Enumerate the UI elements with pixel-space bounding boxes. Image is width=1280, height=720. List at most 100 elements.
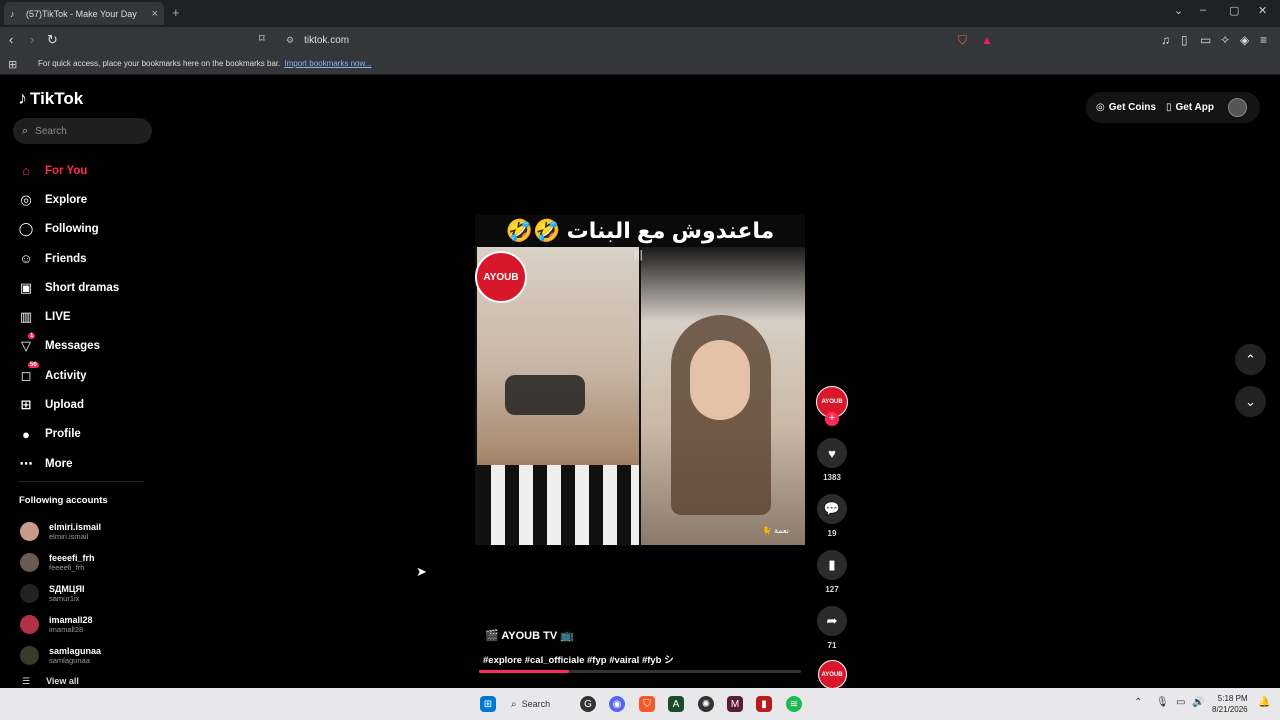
following-account-item[interactable]: imamall28 imamall28 — [20, 609, 101, 640]
share-button[interactable]: ➦ — [817, 606, 847, 636]
video-author[interactable]: 🎬 AYOUB TV 📺 — [485, 629, 574, 642]
bookmark-icon[interactable]: ⌑ — [259, 32, 265, 45]
new-tab-button[interactable]: + — [172, 5, 180, 20]
search-input[interactable]: ⌕ Search — [13, 118, 152, 144]
taskbar-app-3-icon[interactable]: ▮ — [756, 696, 772, 712]
friends-icon: ☺ — [19, 251, 33, 267]
follow-plus-button[interactable]: + — [825, 412, 839, 426]
bookmarks-bar: ⊞ For quick access, place your bookmarks… — [0, 53, 1280, 75]
sidebar-item-friends[interactable]: ☺ Friends — [16, 244, 119, 273]
sidebar-item-activity[interactable]: ◻ 56 Activity — [16, 361, 119, 390]
sidebar-item-more[interactable]: ⋯ More — [16, 449, 119, 478]
sidebar-item-messages[interactable]: ▽ 1 Messages — [16, 332, 119, 361]
search-icon: ⌕ — [22, 124, 29, 137]
vpn-icon[interactable]: ◈ — [1240, 33, 1249, 47]
notification-icon[interactable]: 🔔 — [1258, 697, 1270, 708]
maximize-button[interactable]: ▢ — [1229, 4, 1239, 17]
music-disc-icon[interactable]: AYOUB — [817, 660, 847, 689]
start-button[interactable]: ⊞ — [480, 696, 496, 712]
site-info-icon[interactable]: ⚙ — [286, 35, 294, 46]
sidebar-item-short-dramas[interactable]: ▣ Short dramas — [16, 273, 119, 302]
tray-chevron-icon[interactable]: ⌃ — [1134, 697, 1142, 708]
address-bar[interactable]: ⚙ tiktok.com — [276, 30, 952, 50]
account-avatar — [20, 615, 39, 634]
get-coins-button[interactable]: ◎ Get Coins — [1096, 102, 1156, 113]
brave-shield-icon[interactable]: ⛉ — [958, 33, 967, 48]
save-button[interactable]: ▮ — [817, 550, 847, 580]
taskbar-app-icon[interactable]: G — [580, 696, 596, 712]
browser-tab[interactable]: ♪ (57)TikTok - Make Your Day × — [4, 2, 164, 25]
discord-icon[interactable]: ◉ — [609, 696, 625, 712]
comment-button[interactable]: 💬 — [817, 494, 847, 524]
like-count: 1383 — [823, 473, 841, 482]
minimize-button[interactable]: – — [1200, 4, 1206, 16]
url-text: tiktok.com — [304, 34, 350, 46]
sidebar-item-explore[interactable]: ◎ Explore — [16, 185, 119, 214]
menu-icon[interactable]: ≡ — [1260, 33, 1267, 47]
following-account-item[interactable]: feeeefi_frh feeeefi_frh — [20, 547, 101, 578]
bookmarks-message: For quick access, place your bookmarks h… — [38, 59, 281, 68]
volume-icon[interactable]: ||| — [634, 249, 643, 261]
forward-button[interactable]: › — [30, 32, 34, 47]
coin-icon: ◎ — [1096, 102, 1105, 113]
upload-icon: ⊞ — [20, 397, 32, 413]
following-account-item[interactable]: samlagunaa samlagunaa — [20, 640, 101, 671]
bookmark-save-icon: ▮ — [828, 557, 836, 572]
sidebar-icon[interactable]: ▯ — [1181, 33, 1188, 47]
following-account-item[interactable]: SДMЦЯI samur1ix — [20, 578, 101, 609]
tiktok-logo-icon: ♪ — [18, 88, 27, 108]
media-icon[interactable]: ♫ — [1161, 33, 1170, 47]
reload-button[interactable]: ↻ — [47, 32, 58, 48]
view-all-button[interactable]: ☰ View all — [22, 676, 95, 687]
tiktok-logo[interactable]: ♪ TikTok — [18, 88, 83, 109]
next-video-button[interactable]: ⌄ — [1235, 386, 1266, 417]
brave-browser-icon[interactable]: ⛉ — [639, 696, 655, 712]
taskbar-app-2-icon[interactable]: M — [727, 696, 743, 712]
chevron-up-icon: ⌃ — [1245, 351, 1256, 367]
brave-rewards-icon[interactable]: ▲ — [981, 33, 993, 47]
close-window-button[interactable]: ✕ — [1258, 4, 1267, 17]
sidebar-item-live[interactable]: ▥ LIVE — [16, 302, 119, 331]
share-count: 71 — [827, 641, 837, 650]
system-clock[interactable]: 5:18 PM 8/21/2026 — [1212, 693, 1248, 715]
taskbar-search[interactable]: ⌕ Search — [511, 694, 571, 714]
video-tag: 🐈 نعمة — [761, 526, 789, 535]
account-names: feeeefi_frh feeeefi_frh — [49, 553, 95, 572]
comment-count: 19 — [827, 529, 837, 538]
video-progress-fill — [479, 670, 570, 673]
video-player[interactable]: ماعندوش مع البنات 🤣🤣 AYOUB ||| 🐈 نعمة — [475, 215, 805, 545]
apps-grid-icon[interactable]: ⊞ — [8, 58, 17, 71]
share-icon: ➦ — [826, 613, 838, 628]
sidebar-item-label: Explore — [45, 193, 88, 206]
tiktok-favicon-icon: ♪ — [10, 8, 15, 19]
volume-tray-icon[interactable]: 🔊 — [1192, 697, 1204, 708]
back-button[interactable]: ‹ — [9, 32, 13, 47]
clock-time: 5:18 PM — [1217, 694, 1248, 703]
terminal-app-icon[interactable]: A — [668, 696, 684, 712]
sidebar-item-label: Following — [45, 223, 99, 236]
user-avatar[interactable] — [1228, 98, 1247, 117]
sidebar-item-for-you[interactable]: ⌂ For You — [16, 156, 119, 185]
video-progress-bar[interactable] — [479, 670, 801, 673]
previous-video-button[interactable]: ⌃ — [1235, 344, 1266, 375]
leo-ai-icon[interactable]: ✧ — [1220, 33, 1230, 47]
tab-list-chevron-icon[interactable]: ⌄ — [1174, 4, 1183, 17]
following-account-item[interactable]: elmiri.ismail elmiri.ismail — [20, 516, 101, 547]
chatgpt-icon[interactable]: ✺ — [698, 696, 714, 712]
sidebar-item-following[interactable]: ◯ Following — [16, 215, 119, 244]
microphone-icon[interactable]: 🎙 — [1156, 697, 1169, 708]
tiktok-page: ♪ TikTok ⌕ Search ⌂ For You ◎ Explore ◯ Follo… — [0, 76, 1280, 689]
import-bookmarks-link[interactable]: Import bookmarks now... — [284, 59, 371, 68]
sidebar-item-profile[interactable]: ● Profile — [16, 420, 119, 449]
messages-icon: ▽ — [21, 338, 31, 354]
browser-tabbar: ♪ (57)TikTok - Make Your Day × + ⌄ – ▢ ✕ — [0, 0, 1280, 27]
sidebar-item-label: Profile — [45, 428, 81, 441]
like-button[interactable]: ♥ — [817, 438, 847, 468]
get-app-button[interactable]: ▯ Get App — [1166, 102, 1214, 113]
close-tab-icon[interactable]: × — [152, 8, 158, 20]
chevron-down-icon: ⌄ — [1245, 393, 1256, 409]
wallet-icon[interactable]: ▭ — [1200, 33, 1211, 47]
network-icon[interactable]: ▭ — [1176, 697, 1185, 708]
sidebar-item-upload[interactable]: ⊞ Upload — [16, 390, 119, 419]
spotify-icon[interactable]: ≋ — [786, 696, 802, 712]
